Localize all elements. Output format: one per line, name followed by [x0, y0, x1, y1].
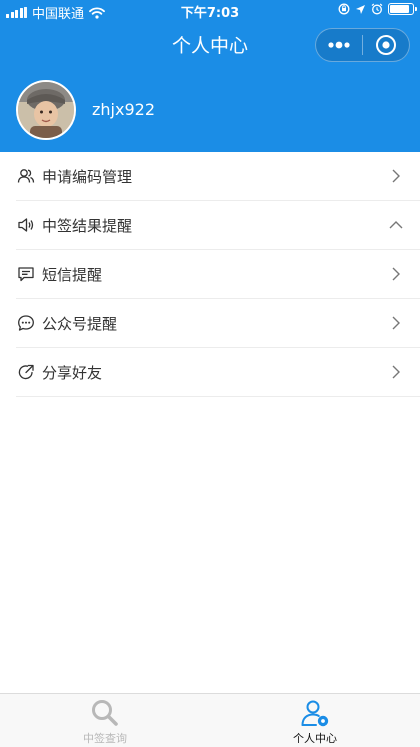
- message-icon: [17, 265, 35, 283]
- share-icon: [17, 363, 35, 381]
- mini-program-capsule: [315, 28, 410, 62]
- profile-header: zhjx922: [0, 70, 420, 152]
- tab-label: 中签查询: [83, 732, 127, 745]
- menu-item-code-management[interactable]: 申请编码管理: [16, 152, 420, 201]
- user-settings-icon: [301, 700, 329, 727]
- tab-lottery-query[interactable]: 中签查询: [0, 694, 210, 747]
- target-close-icon: [376, 35, 396, 55]
- chat-bubble-icon: [17, 314, 35, 332]
- menu-item-result-reminder[interactable]: 中签结果提醒: [16, 201, 420, 250]
- menu-item-label: 中签结果提醒: [42, 216, 133, 235]
- chevron-right-icon: [392, 365, 400, 379]
- more-button[interactable]: [316, 29, 362, 61]
- avatar-image: [18, 82, 74, 138]
- location-icon: [356, 4, 365, 14]
- menu-item-label: 公众号提醒: [42, 314, 118, 333]
- more-dots-icon: [328, 41, 350, 49]
- chevron-right-icon: [392, 316, 400, 330]
- tab-bar: 中签查询 个人中心: [0, 693, 420, 747]
- menu-item-label: 短信提醒: [42, 265, 103, 284]
- menu-item-sms-reminder[interactable]: 短信提醒: [16, 250, 420, 299]
- chevron-right-icon: [392, 169, 400, 183]
- chevron-right-icon: [392, 267, 400, 281]
- battery-icon: [388, 3, 417, 15]
- tab-label: 个人中心: [293, 732, 337, 745]
- username: zhjx922: [92, 100, 155, 119]
- status-bar: 中国联通 下午7:03: [0, 0, 420, 22]
- menu-list: 申请编码管理 中签结果提醒 短信提醒 公众号提醒 分享好友: [16, 152, 420, 397]
- rotation-lock-icon: [338, 3, 350, 15]
- menu-item-label: 申请编码管理: [42, 167, 133, 186]
- nav-bar: 个人中心: [0, 20, 420, 70]
- menu-item-share-friends[interactable]: 分享好友: [16, 348, 420, 397]
- avatar[interactable]: [16, 80, 76, 140]
- menu-item-label: 分享好友: [42, 363, 103, 382]
- menu-item-official-account-reminder[interactable]: 公众号提醒: [16, 299, 420, 348]
- chevron-up-icon: [389, 221, 403, 229]
- speaker-icon: [17, 216, 35, 234]
- alarm-icon: [371, 3, 383, 15]
- tab-personal-center[interactable]: 个人中心: [210, 694, 420, 747]
- search-icon: [92, 700, 118, 726]
- close-mini-program-button[interactable]: [363, 29, 409, 61]
- user-group-icon: [17, 167, 35, 185]
- status-right: [338, 3, 417, 15]
